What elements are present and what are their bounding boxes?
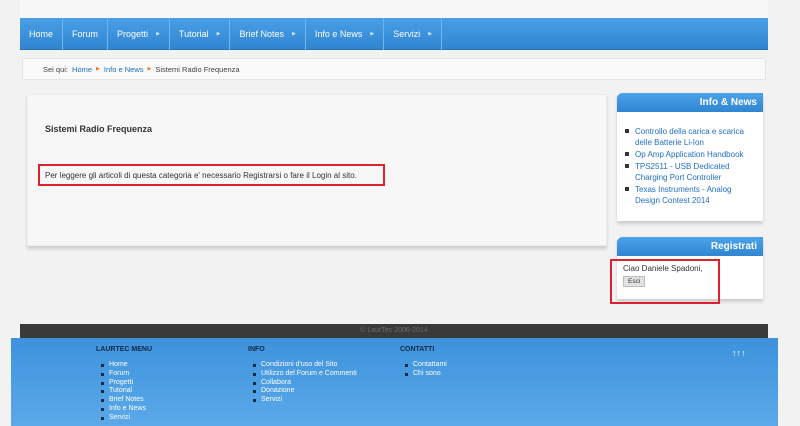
news-module-title: Info & News [617, 93, 763, 112]
nav-item-progetti[interactable]: Progetti ▶ [108, 18, 170, 50]
news-list: Controllo della carica e scarica delle B… [617, 112, 763, 215]
breadcrumb-current: Sistemi Radio Frequenza [155, 64, 240, 74]
nav-item-label: Brief Notes [239, 29, 284, 39]
footer-link[interactable]: Contattami [405, 361, 447, 370]
news-link[interactable]: Op Amp Application Handbook [625, 149, 757, 160]
footer-link[interactable]: Tutorial [101, 387, 152, 396]
nav-item-label: Info e News [314, 29, 363, 39]
register-highlight-frame [610, 259, 720, 304]
news-link[interactable]: Texas Instruments - Analog Design Contes… [625, 184, 757, 206]
footer-link[interactable]: Home [101, 361, 152, 370]
breadcrumb: Sei qui: Home ▶ Info e News ▶ Sistemi Ra… [22, 58, 766, 80]
footer-column-info: INFO Condizioni d'uso del Sito Utilizzo … [248, 346, 357, 405]
breadcrumb-link-info-e-news[interactable]: Info e News [104, 65, 144, 74]
main-navbar: Home Forum Progetti ▶ Tutorial ▶ Brief N… [20, 18, 768, 50]
footer-column-menu: LAURTEC MENU Home Forum Progetti Tutoria… [96, 346, 152, 423]
footer-link[interactable]: Utilizzo del Forum e Commenti [253, 370, 357, 379]
copyright-bar: © LaurTec 2006-2014 [20, 324, 768, 338]
nav-item-label: Servizi [393, 29, 421, 39]
submenu-arrow-icon: ▶ [292, 31, 296, 37]
footer-column-title: INFO [248, 346, 265, 353]
news-module: Info & News Controllo della carica e sca… [617, 93, 763, 221]
submenu-arrow-icon: ▶ [156, 31, 160, 37]
nav-item-forum[interactable]: Forum [63, 18, 109, 50]
login-required-notice: Per leggere gli articoli di questa categ… [38, 164, 385, 186]
breadcrumb-link-home[interactable]: Home [72, 65, 92, 74]
nav-item-label: Progetti [117, 29, 149, 39]
footer-info-list: Condizioni d'uso del Sito Utilizzo del F… [248, 361, 357, 405]
breadcrumb-prefix: Sei qui: [43, 64, 69, 74]
submenu-arrow-icon: ▶ [216, 31, 221, 37]
nav-filler [442, 18, 768, 49]
footer-menu-list: Home Forum Progetti Tutorial Brief Notes… [96, 361, 152, 423]
notice-text: Per leggere gli articoli di questa categ… [45, 170, 357, 180]
footer-link[interactable]: Brief Notes [101, 396, 152, 405]
footer-column-contacts: CONTATTI Contattami Chi sono [400, 346, 447, 379]
footer-link[interactable]: Collabora [253, 379, 357, 388]
footer-link[interactable]: Info e News [101, 405, 152, 414]
nav-item-label: Tutorial [178, 29, 209, 39]
footer-column-title: LAURTEC MENU [96, 346, 152, 353]
breadcrumb-arrow-icon: ▶ [147, 66, 152, 72]
submenu-arrow-icon: ▶ [428, 31, 433, 37]
back-to-top-icon[interactable]: ↑↑↑ [732, 348, 746, 358]
footer-column-title: CONTATTI [400, 346, 435, 353]
footer-link[interactable]: Progetti [101, 379, 152, 388]
footer-link[interactable]: Servizi [101, 414, 152, 423]
footer-link[interactable]: Donazione [253, 387, 357, 396]
nav-item-home[interactable]: Home [20, 18, 64, 50]
footer-link[interactable]: Forum [101, 370, 152, 379]
footer: LAURTEC MENU Home Forum Progetti Tutoria… [11, 338, 778, 426]
main-content: Sistemi Radio Frequenza Per leggere gli … [27, 94, 607, 246]
footer-link[interactable]: Condizioni d'uso del Sito [253, 361, 357, 370]
news-link[interactable]: TPS2511 - USB Dedicated Charging Port Co… [625, 161, 757, 183]
nav-item-brief-notes[interactable]: Brief Notes ▶ [230, 18, 306, 50]
nav-item-label: Home [29, 29, 54, 39]
nav-item-info-e-news[interactable]: Info e News ▶ [306, 18, 385, 50]
footer-link[interactable]: Chi sono [405, 370, 447, 379]
submenu-arrow-icon: ▶ [370, 31, 375, 37]
top-strip [20, 0, 768, 18]
nav-item-tutorial[interactable]: Tutorial ▶ [170, 18, 231, 50]
nav-item-label: Forum [72, 29, 99, 39]
footer-link[interactable]: Servizi [253, 396, 357, 405]
nav-item-servizi[interactable]: Servizi ▶ [384, 18, 443, 50]
breadcrumb-arrow-icon: ▶ [96, 66, 100, 72]
register-module-title: Registrati [617, 237, 763, 256]
footer-contacts-list: Contattami Chi sono [400, 361, 447, 379]
page-title: Sistemi Radio Frequenza [45, 124, 153, 134]
news-link[interactable]: Controllo della carica e scarica delle B… [625, 126, 757, 148]
